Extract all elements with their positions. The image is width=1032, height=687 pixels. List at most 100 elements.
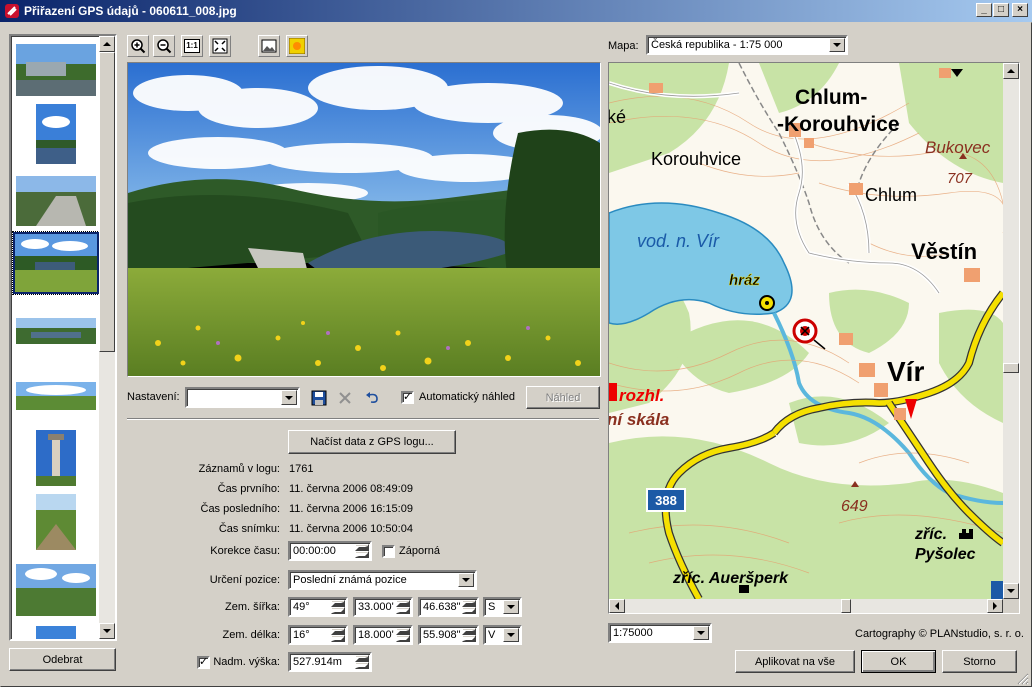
load-gps-log-button[interactable]: Načíst data z GPS logu... xyxy=(288,430,456,454)
map-label-vestin: Věstín xyxy=(911,239,977,264)
chevron-down-icon[interactable] xyxy=(503,628,519,642)
delete-settings-button[interactable] xyxy=(334,387,356,408)
map-combo[interactable]: Česká republika - 1:75 000 xyxy=(646,35,848,55)
thumbnail-3[interactable] xyxy=(16,176,96,226)
zoom-out-icon xyxy=(157,39,172,54)
time-correction-input[interactable]: 00:00:00 xyxy=(288,541,372,561)
app-icon xyxy=(5,4,19,18)
map-scroll-right-button[interactable] xyxy=(987,599,1003,613)
map-scroll-left-button[interactable] xyxy=(609,599,625,613)
thumbnail-selected[interactable] xyxy=(12,231,100,295)
chevron-down-icon[interactable] xyxy=(693,626,709,640)
map-horizontal-scrollbar[interactable] xyxy=(609,599,1003,613)
map-scale-combo[interactable]: 1:75000 xyxy=(608,623,712,643)
image-view-button[interactable] xyxy=(258,35,280,57)
map-copyright: Cartography © PLANstudio, s. r. o. xyxy=(855,628,1024,640)
scroll-up-button[interactable] xyxy=(99,36,115,52)
latitude-degrees-input[interactable]: 49° xyxy=(288,597,348,617)
fit-window-button[interactable] xyxy=(209,35,231,57)
chevron-down-icon[interactable] xyxy=(829,38,845,52)
map-label-korouhvice-2: -Korouhvice xyxy=(777,113,900,136)
thumbnail-image xyxy=(16,44,96,96)
undo-button[interactable] xyxy=(362,387,384,408)
map-label-bukovec-height: 707 xyxy=(947,170,973,187)
chevron-down-icon[interactable] xyxy=(281,390,297,405)
shot-time-label: Čas snímku: xyxy=(218,523,280,535)
longitude-degrees-input[interactable]: 16° xyxy=(288,625,348,645)
records-value: 1761 xyxy=(289,463,314,475)
map-hscroll-thumb[interactable] xyxy=(841,599,851,613)
maximize-button[interactable]: □ xyxy=(993,3,1009,17)
zoom-out-button[interactable] xyxy=(153,35,175,57)
chevron-down-icon[interactable] xyxy=(458,573,474,587)
scroll-corner xyxy=(1003,599,1019,613)
longitude-seconds-input[interactable]: 55.908" xyxy=(418,625,479,645)
thumbnail-2[interactable] xyxy=(36,104,76,164)
map-scroll-up-button[interactable] xyxy=(1003,63,1019,79)
thumbnail-scrollbar[interactable] xyxy=(99,36,115,639)
thumbnail-10[interactable] xyxy=(36,626,76,639)
thumbnail-7[interactable] xyxy=(36,430,76,486)
altitude-checkbox[interactable]: ✓ xyxy=(197,656,210,669)
actual-size-button[interactable]: 1:1 xyxy=(181,35,203,57)
thumbnail-6[interactable] xyxy=(16,382,96,410)
remove-button[interactable]: Odebrat xyxy=(9,648,116,671)
zoom-in-button[interactable] xyxy=(127,35,149,57)
close-button[interactable]: × xyxy=(1012,3,1028,17)
title-bar[interactable]: Přiřazení GPS údajů - 060611_008.jpg _ □… xyxy=(0,0,1032,22)
settings-label: Nastavení: xyxy=(127,391,180,403)
delete-icon xyxy=(339,391,351,404)
minimize-button[interactable]: _ xyxy=(976,3,992,17)
fit-window-icon xyxy=(212,38,228,54)
first-time-value: 11. června 2006 08:49:09 xyxy=(289,483,413,495)
latitude-label: Zem. šířka: xyxy=(224,601,280,613)
position-combo[interactable]: Poslední známá pozice xyxy=(288,570,477,590)
map-scroll-down-button[interactable] xyxy=(1003,583,1019,599)
sun-icon xyxy=(289,38,305,54)
image-view-icon xyxy=(261,39,277,53)
settings-combo[interactable] xyxy=(185,387,300,408)
thumbnail-5[interactable] xyxy=(16,318,96,344)
records-label: Záznamů v logu: xyxy=(198,463,280,475)
latitude-minutes-input[interactable]: 33.000' xyxy=(353,597,413,617)
auto-preview-checkbox[interactable]: ✓ xyxy=(401,391,414,404)
altitude-input[interactable]: 527.914m xyxy=(288,652,372,672)
cancel-button[interactable]: Storno xyxy=(942,650,1017,673)
map-label-chlum: Chlum xyxy=(865,185,917,205)
map-label: Mapa: xyxy=(608,40,639,52)
brightness-button[interactable] xyxy=(286,35,308,57)
time-correction-spinner[interactable] xyxy=(355,544,369,558)
longitude-direction-combo[interactable]: V xyxy=(483,625,522,645)
map-label-bukovec: Bukovec xyxy=(925,138,991,157)
latitude-direction-combo[interactable]: S xyxy=(483,597,522,617)
ok-button[interactable]: OK xyxy=(861,650,936,673)
preview-button[interactable]: Náhled xyxy=(526,386,600,409)
map-label-hill: 649 xyxy=(841,498,868,515)
chevron-down-icon[interactable] xyxy=(503,600,519,614)
window-title: Přiřazení GPS údajů - 060611_008.jpg xyxy=(24,4,237,18)
save-settings-button[interactable] xyxy=(308,387,330,408)
map-vertical-scrollbar[interactable] xyxy=(1003,63,1019,599)
map-label-vir: Vír xyxy=(887,356,924,387)
map-label-auersperk: zříc. Aueršperk xyxy=(672,570,789,587)
thumbnail-1[interactable] xyxy=(16,44,96,96)
resize-grip-icon[interactable] xyxy=(1016,672,1029,685)
thumbnail-8[interactable] xyxy=(36,494,76,550)
save-icon xyxy=(311,390,327,405)
thumbnail-list[interactable] xyxy=(9,34,117,641)
negative-label: Záporná xyxy=(399,545,440,557)
photo-preview[interactable] xyxy=(127,62,601,377)
scroll-thumb[interactable] xyxy=(99,52,115,352)
latitude-seconds-input[interactable]: 46.638" xyxy=(418,597,479,617)
map-label-pysolec-2: Pyšolec xyxy=(915,546,976,563)
negative-checkbox[interactable] xyxy=(382,545,395,558)
thumbnail-9[interactable] xyxy=(16,564,96,616)
separator xyxy=(127,418,599,420)
longitude-minutes-input[interactable]: 18.000' xyxy=(353,625,413,645)
zoom-in-icon xyxy=(131,39,146,54)
apply-all-button[interactable]: Aplikovat na vše xyxy=(735,650,855,673)
scroll-down-button[interactable] xyxy=(99,623,115,639)
map-view[interactable]: 388 Chlum- -Korouhvice ké Korouhvice xyxy=(608,62,1020,614)
map-canvas[interactable]: 388 Chlum- -Korouhvice ké Korouhvice xyxy=(609,63,1003,599)
map-vscroll-thumb[interactable] xyxy=(1003,363,1019,373)
